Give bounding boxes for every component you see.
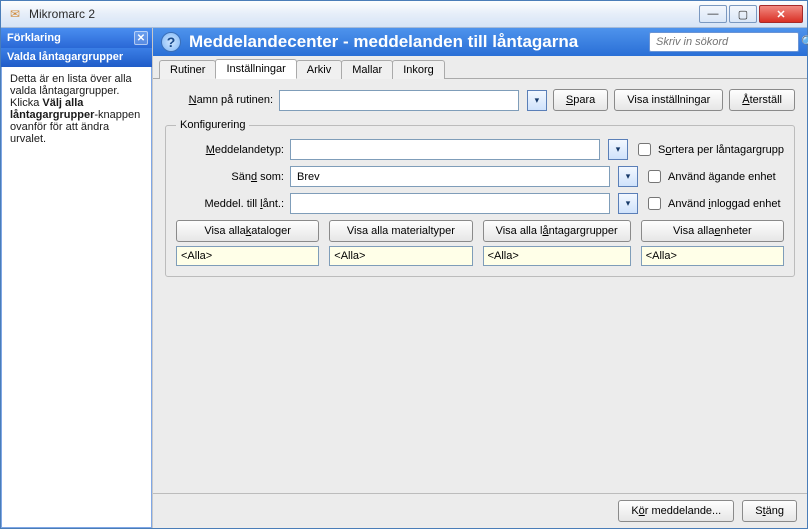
list-borrowergroups[interactable]: <Alla> <box>483 246 631 266</box>
minimize-button[interactable]: — <box>699 5 727 23</box>
show-all-units-button[interactable]: Visa alla enheter <box>641 220 784 242</box>
show-all-borrowergroups-button[interactable]: Visa alla låntagargrupper <box>483 220 631 242</box>
checkbox-sort-per-group[interactable]: Sortera per låntagargrupp <box>634 140 784 159</box>
sidebar-panel-header: Förklaring ✕ <box>1 28 152 48</box>
main-pane: ? Meddelandecenter - meddelanden till lå… <box>153 28 807 528</box>
tab-mallar[interactable]: Mallar <box>341 60 393 79</box>
checkbox-agande-enhet-input[interactable] <box>648 170 661 183</box>
settings-panel: Namn på rutinen: ▾ Spara Visa inställnin… <box>153 79 807 493</box>
titlebar: ✉ Mikromarc 2 — ▢ ✕ <box>1 1 807 28</box>
row-sand-som: Sänd som: Brev ▾ Använd ägande enhet <box>176 166 784 187</box>
close-panel-button[interactable]: Stäng <box>742 500 797 522</box>
combo-till-lant-dropdown[interactable]: ▾ <box>618 193 638 214</box>
show-all-materialtypes-button[interactable]: Visa alla materialtyper <box>329 220 472 242</box>
sidebar-subtitle: Valda låntagargrupper <box>1 48 152 67</box>
sidebar-body: Detta är en lista över alla valda låntag… <box>1 67 152 528</box>
combo-name[interactable] <box>279 90 519 111</box>
app-window: ✉ Mikromarc 2 — ▢ ✕ Förklaring ✕ Valda l… <box>0 0 808 529</box>
config-fieldset: Konfigurering Meddelandetyp: ▾ Sortera p… <box>165 119 795 277</box>
list-catalogs[interactable]: <Alla> <box>176 246 319 266</box>
tab-inkorg[interactable]: Inkorg <box>392 60 445 79</box>
footer-bar: Kör meddelande... Stäng <box>153 493 807 528</box>
reset-button[interactable]: Återställ <box>729 89 795 111</box>
search-input[interactable] <box>654 35 801 49</box>
help-icon[interactable]: ? <box>161 32 181 52</box>
sidebar-panel-title: Förklaring <box>7 32 61 44</box>
window-title: Mikromarc 2 <box>29 7 95 21</box>
tab-arkiv[interactable]: Arkiv <box>296 60 342 79</box>
combo-name-dropdown[interactable]: ▾ <box>527 90 547 111</box>
list-materialtypes[interactable]: <Alla> <box>329 246 472 266</box>
label-name: Namn på rutinen: <box>165 94 273 106</box>
checkbox-sort-per-group-input[interactable] <box>638 143 651 156</box>
save-button[interactable]: Spara <box>553 89 608 111</box>
combo-meddelandetyp[interactable] <box>290 139 600 160</box>
label-till-lant: Meddel. till lånt.: <box>176 198 284 210</box>
content-row: Förklaring ✕ Valda låntagargrupper Detta… <box>1 28 807 528</box>
tab-installningar[interactable]: Inställningar <box>215 59 296 79</box>
list-units[interactable]: <Alla> <box>641 246 784 266</box>
sidebar-close-icon[interactable]: ✕ <box>134 31 148 45</box>
combo-sand-som-dropdown[interactable]: ▾ <box>618 166 638 187</box>
checkbox-agande-enhet[interactable]: Använd ägande enhet <box>644 167 776 186</box>
show-settings-button[interactable]: Visa inställningar <box>614 89 723 111</box>
search-icon[interactable]: 🔍 <box>801 35 808 49</box>
run-message-button[interactable]: Kör meddelande... <box>618 500 734 522</box>
row-meddelandetyp: Meddelandetyp: ▾ Sortera per låntagargru… <box>176 139 784 160</box>
combo-meddelandetyp-dropdown[interactable]: ▾ <box>608 139 628 160</box>
page-title: Meddelandecenter - meddelanden till lånt… <box>189 32 641 52</box>
maximize-button[interactable]: ▢ <box>729 5 757 23</box>
list-columns: Visa alla kataloger <Alla> Visa alla mat… <box>176 220 784 266</box>
tab-bar: Rutiner Inställningar Arkiv Mallar Inkor… <box>153 56 807 79</box>
main-header: ? Meddelandecenter - meddelanden till lå… <box>153 28 807 56</box>
label-meddelandetyp: Meddelandetyp: <box>176 144 284 156</box>
close-button[interactable]: ✕ <box>759 5 803 23</box>
combo-sand-som[interactable]: Brev <box>290 166 610 187</box>
combo-till-lant[interactable] <box>290 193 610 214</box>
sidebar: Förklaring ✕ Valda låntagargrupper Detta… <box>1 28 153 528</box>
checkbox-inloggad-enhet-input[interactable] <box>648 197 661 210</box>
app-icon: ✉ <box>7 6 23 22</box>
show-all-catalogs-button[interactable]: Visa alla kataloger <box>176 220 319 242</box>
tab-rutiner[interactable]: Rutiner <box>159 60 216 79</box>
row-name: Namn på rutinen: ▾ Spara Visa inställnin… <box>165 89 795 111</box>
row-till-lant: Meddel. till lånt.: ▾ Använd inloggad en… <box>176 193 784 214</box>
search-box[interactable]: 🔍 <box>649 32 799 52</box>
checkbox-inloggad-enhet[interactable]: Använd inloggad enhet <box>644 194 781 213</box>
config-legend: Konfigurering <box>176 119 249 131</box>
label-sand-som: Sänd som: <box>176 171 284 183</box>
